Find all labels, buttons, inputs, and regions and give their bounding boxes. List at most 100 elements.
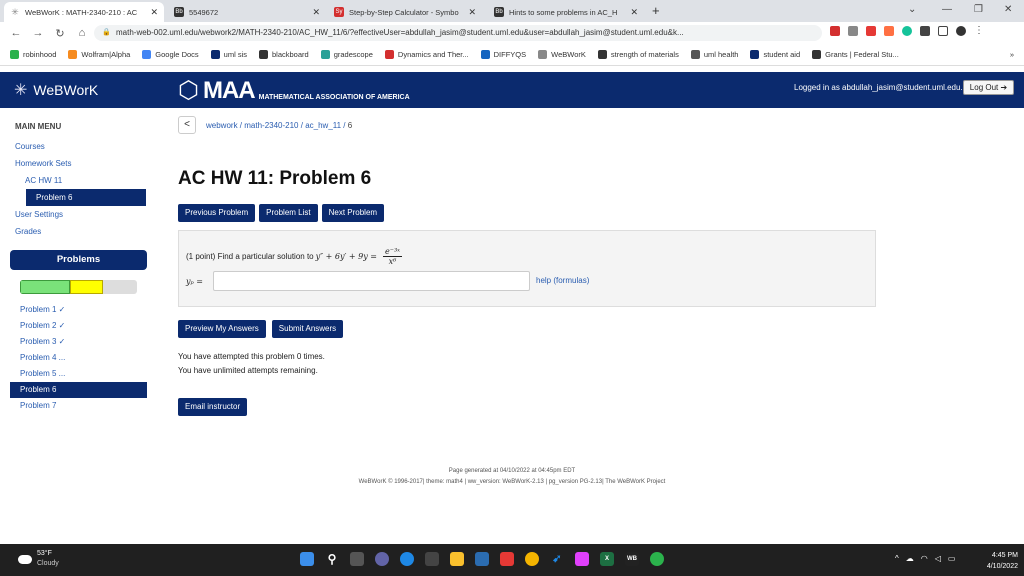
camera-icon[interactable] bbox=[575, 552, 589, 566]
breadcrumb-back-button[interactable]: < bbox=[178, 116, 196, 134]
restore-icon[interactable]: ❐ bbox=[974, 4, 983, 15]
extension-icon[interactable] bbox=[848, 26, 858, 36]
bookmark-item[interactable]: Wolfram|Alpha bbox=[68, 50, 130, 59]
forward-arrow-icon[interactable]: → bbox=[32, 27, 44, 39]
problem-list-item[interactable]: Problem 3 ✓ bbox=[10, 334, 147, 350]
edge-icon[interactable] bbox=[400, 552, 414, 566]
chat-icon[interactable] bbox=[375, 552, 389, 566]
mail-icon[interactable] bbox=[475, 552, 489, 566]
bookmark-item[interactable]: Google Docs bbox=[142, 50, 199, 59]
maa-logo[interactable]: ⬡ MAA MATHEMATICAL ASSOCIATION OF AMERIC… bbox=[178, 76, 410, 105]
sidebar-item[interactable]: Courses bbox=[10, 138, 162, 155]
webwork-icon[interactable]: WB bbox=[625, 552, 639, 566]
bookmark-label: uml health bbox=[703, 50, 739, 59]
close-tab-icon[interactable]: ✕ bbox=[468, 7, 476, 18]
wifi-icon[interactable]: ◠ bbox=[921, 554, 928, 563]
previous-problem-button[interactable]: Previous Problem bbox=[178, 204, 256, 222]
taskbar-clock[interactable]: 4:45 PM 4/10/2022 bbox=[982, 550, 1018, 572]
problem-list-item[interactable]: Problem 6 bbox=[10, 382, 147, 398]
extension-icon[interactable] bbox=[884, 26, 894, 36]
minimize-icon[interactable]: — bbox=[942, 4, 952, 15]
sidebar-item[interactable]: User Settings bbox=[10, 206, 162, 223]
answer-actions: Preview My Answers Submit Answers bbox=[178, 320, 344, 338]
kebab-menu-icon[interactable]: ⋮ bbox=[974, 26, 984, 36]
bookmark-item[interactable]: Dynamics and Ther... bbox=[384, 50, 469, 59]
url-field[interactable]: 🔒 math-web-002.uml.edu/webwork2/MATH-234… bbox=[94, 25, 822, 41]
tab-search-icon[interactable]: ⌄ bbox=[908, 4, 916, 15]
bookmark-item[interactable]: Grants | Federal Stu... bbox=[812, 50, 899, 59]
email-instructor-button[interactable]: Email instructor bbox=[178, 398, 248, 416]
close-tab-icon[interactable]: ✕ bbox=[150, 7, 158, 18]
sidebar-item[interactable]: Grades bbox=[10, 223, 162, 240]
battery-icon[interactable]: ▭ bbox=[948, 554, 956, 563]
search-icon[interactable]: ⚲ bbox=[325, 552, 339, 566]
webwork-logo[interactable]: ✳ WeBWorK bbox=[0, 72, 167, 108]
app-icon[interactable]: ➹ bbox=[550, 552, 564, 566]
reload-icon[interactable]: ↻ bbox=[54, 27, 66, 40]
problem-list-item[interactable]: Problem 2 ✓ bbox=[10, 318, 147, 334]
breadcrumb-current: 6 bbox=[347, 120, 353, 130]
volume-icon[interactable]: ◁ bbox=[935, 554, 941, 563]
bookmark-item[interactable]: uml health bbox=[690, 50, 739, 59]
file-explorer-icon[interactable] bbox=[450, 552, 464, 566]
bookmark-item[interactable]: robinhood bbox=[10, 50, 56, 59]
bookmarks-more-button[interactable]: » bbox=[1010, 50, 1014, 59]
sidebar-item[interactable]: AC HW 11 bbox=[10, 172, 162, 189]
problem-list-item[interactable]: Problem 7 bbox=[10, 398, 147, 414]
problem-list-button[interactable]: Problem List bbox=[259, 204, 318, 222]
webwork-star-icon: ✳ bbox=[11, 7, 19, 17]
sidebar-item[interactable]: Homework Sets bbox=[10, 155, 162, 172]
home-icon[interactable]: ⌂ bbox=[76, 27, 88, 39]
start-icon[interactable] bbox=[300, 552, 314, 566]
webwork-header: ✳ WeBWorK ⬡ MAA MATHEMATICAL ASSOCIATION… bbox=[0, 72, 1024, 108]
breadcrumb-link[interactable]: math-2340-210 bbox=[244, 121, 298, 130]
next-problem-button[interactable]: Next Problem bbox=[321, 204, 385, 222]
office-icon[interactable] bbox=[500, 552, 514, 566]
problem-list-item[interactable]: Problem 1 ✓ bbox=[10, 302, 147, 318]
bookmark-item[interactable]: WeBWorK bbox=[538, 50, 586, 59]
sidebar-item[interactable]: Problem 6 bbox=[26, 189, 146, 206]
new-tab-button[interactable]: + bbox=[652, 3, 660, 18]
tab-symbolab[interactable]: Sy Step-by-Step Calculator - Symbo ✕ bbox=[328, 2, 482, 22]
bookmark-item[interactable]: uml sis bbox=[210, 50, 247, 59]
sidepanel-icon[interactable] bbox=[938, 26, 948, 36]
bookmark-item[interactable]: strength of materials bbox=[597, 50, 679, 59]
task-view-icon[interactable] bbox=[350, 552, 364, 566]
chevron-up-icon[interactable]: ^ bbox=[895, 554, 899, 563]
breadcrumb-link[interactable]: webwork bbox=[206, 121, 238, 130]
answer-input[interactable] bbox=[213, 271, 530, 291]
submit-answers-button[interactable]: Submit Answers bbox=[271, 320, 344, 338]
tab-blackboard[interactable]: Bb 5549672 ✕ bbox=[168, 2, 326, 22]
bookmark-label: Google Docs bbox=[155, 50, 199, 59]
problem-list-item[interactable]: Problem 4 ... bbox=[10, 350, 147, 366]
cloud-sync-icon[interactable]: ☁ bbox=[906, 554, 914, 563]
preview-answers-button[interactable]: Preview My Answers bbox=[178, 320, 266, 338]
close-tab-icon[interactable]: ✕ bbox=[312, 7, 320, 18]
bookmark-icon bbox=[142, 50, 152, 59]
bookmark-item[interactable]: blackboard bbox=[259, 50, 309, 59]
bookmark-item[interactable]: gradescope bbox=[320, 50, 373, 59]
bookmark-item[interactable]: student aid bbox=[750, 50, 800, 59]
back-arrow-icon[interactable]: ← bbox=[10, 27, 22, 39]
close-window-icon[interactable]: ✕ bbox=[1004, 4, 1012, 15]
bookmark-label: strength of materials bbox=[610, 50, 679, 59]
extension-icon[interactable] bbox=[830, 26, 840, 36]
tab-hints[interactable]: Bb Hints to some problems in AC_H ✕ bbox=[488, 2, 644, 22]
logout-button[interactable]: Log Out ➔ bbox=[963, 80, 1014, 95]
bookmark-item[interactable]: DIFFYQS bbox=[480, 50, 526, 59]
tab-webwork[interactable]: ✳ WeBWorK : MATH-2340-210 : AC ✕ bbox=[4, 2, 164, 22]
spotify-icon[interactable] bbox=[650, 552, 664, 566]
extension-icon[interactable] bbox=[866, 26, 876, 36]
problems-title: Problems bbox=[10, 250, 147, 270]
store-icon[interactable] bbox=[425, 552, 439, 566]
close-tab-icon[interactable]: ✕ bbox=[630, 7, 638, 18]
weather-widget[interactable]: 53°F Cloudy bbox=[18, 549, 59, 569]
puzzle-icon[interactable] bbox=[920, 26, 930, 36]
problem-list-item[interactable]: Problem 5 ... bbox=[10, 366, 147, 382]
help-formulas-link[interactable]: help (formulas) bbox=[536, 276, 589, 285]
chrome-icon[interactable] bbox=[525, 552, 539, 566]
grammarly-icon[interactable] bbox=[902, 26, 912, 36]
excel-icon[interactable]: X bbox=[600, 552, 614, 566]
profile-avatar-icon[interactable] bbox=[956, 26, 966, 36]
breadcrumb-link[interactable]: ac_hw_11 bbox=[305, 121, 341, 130]
